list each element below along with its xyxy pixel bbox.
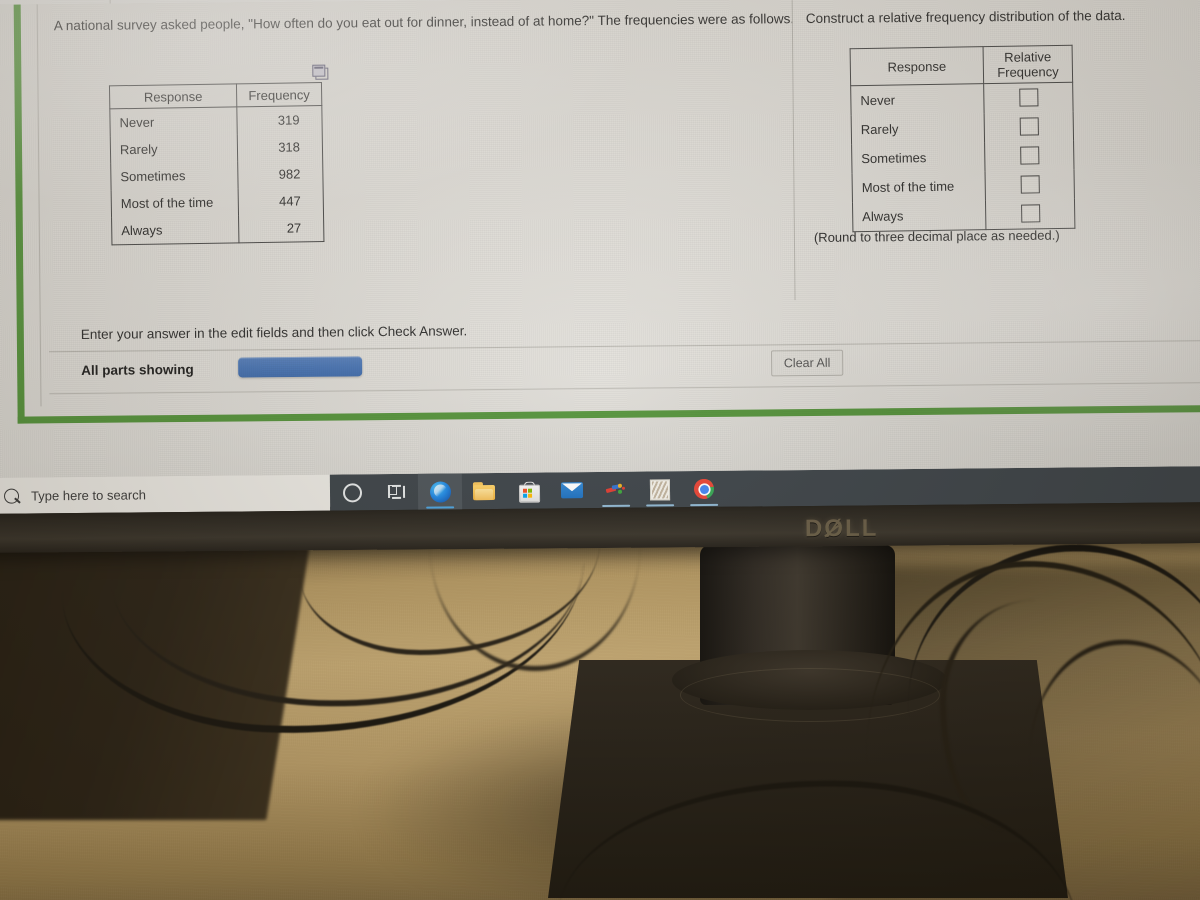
prompt-row: A national survey asked people, "How oft…: [38, 0, 1200, 317]
photo-scene: DØLL A national survey asked people, "Ho…: [0, 0, 1200, 900]
app-icon: [605, 482, 626, 498]
popout-front-square: [312, 64, 326, 77]
taskbar-item-file-explorer[interactable]: [462, 473, 506, 509]
answer-input-box[interactable]: [1019, 117, 1039, 136]
cell-frequency: 318: [237, 133, 323, 162]
header-relative-frequency: Relative Frequency: [983, 45, 1073, 84]
cell-frequency: 27: [238, 214, 324, 243]
table-row: Rarely: [851, 111, 1074, 145]
table-row: Never: [850, 82, 1074, 116]
question-text: A national survey asked people, "How oft…: [53, 11, 795, 34]
search-icon: [3, 488, 20, 504]
cell-response: Sometimes: [851, 142, 986, 174]
dell-logo-text-end: LL: [844, 514, 879, 542]
dell-logo-text: D: [804, 515, 825, 543]
cell-frequency: 319: [236, 105, 323, 135]
cell-response: Most of the time: [111, 188, 239, 218]
document-icon: [649, 478, 671, 501]
edge-icon: [429, 480, 451, 503]
taskbar-item-app[interactable]: [594, 472, 638, 508]
task-text: Construct a relative frequency distribut…: [805, 7, 1126, 27]
cell-response: Most of the time: [852, 171, 986, 203]
table-row: Always 27: [111, 214, 324, 245]
table-row: Never 319: [109, 105, 323, 137]
check-answer-button[interactable]: [238, 356, 363, 378]
search-input[interactable]: Type here to search: [0, 474, 331, 514]
taskbar-item-edge[interactable]: [417, 473, 463, 510]
table-row: Sometimes: [851, 140, 1074, 174]
taskbar-item-cortana[interactable]: [330, 474, 374, 510]
cell-answer[interactable]: [985, 169, 1075, 201]
hint-text: Enter your answer in the edit fields and…: [80, 323, 468, 342]
taskbar-item-mail[interactable]: [550, 472, 594, 508]
header-relative-line1: Relative: [1004, 49, 1052, 65]
table-row: Sometimes 982: [110, 160, 324, 191]
active-indicator: [646, 503, 675, 507]
header-response: Response: [850, 46, 984, 86]
header-relative-line2: Frequency: [997, 63, 1059, 80]
active-indicator: [426, 505, 455, 509]
monitor-screen: A national survey asked people, "How oft…: [0, 0, 1200, 510]
microsoft-store-icon: [518, 481, 540, 503]
cell-response: Sometimes: [110, 161, 239, 191]
cell-frequency: 447: [238, 187, 324, 216]
all-parts-showing-label: All parts showing: [81, 361, 194, 378]
cell-answer[interactable]: [984, 140, 1074, 172]
cell-response: Rarely: [851, 113, 985, 145]
cell-response: Never: [850, 83, 985, 116]
cell-answer[interactable]: [985, 198, 1075, 230]
dell-logo-oslash: Ø: [824, 514, 846, 543]
mail-icon: [560, 482, 584, 499]
taskbar-item-document[interactable]: [638, 471, 682, 507]
cell-answer[interactable]: [983, 82, 1074, 114]
question-panel: A national survey asked people, "How oft…: [46, 2, 795, 315]
taskbar-item-microsoft-store[interactable]: [506, 472, 550, 508]
cortana-icon: [342, 482, 362, 502]
header-response: Response: [109, 83, 237, 109]
answer-input-box[interactable]: [1020, 204, 1040, 223]
task-view-icon: [387, 484, 405, 500]
header-frequency: Frequency: [236, 82, 322, 107]
dell-logo: DØLL: [805, 515, 879, 544]
clear-all-button[interactable]: Clear All: [771, 349, 844, 377]
active-indicator: [690, 503, 719, 507]
cell-response: Always: [852, 200, 986, 232]
table-row: Rarely 318: [110, 133, 323, 164]
page-body: A national survey asked people, "How oft…: [0, 0, 1200, 510]
answer-input-box[interactable]: [1020, 175, 1040, 194]
popout-table-icon[interactable]: [312, 64, 329, 80]
cell-response: Always: [111, 215, 239, 245]
table-row: Most of the time: [852, 169, 1075, 203]
answer-panel: Construct a relative frequency distribut…: [800, 0, 1200, 308]
table-header-row: Response Frequency: [109, 82, 322, 109]
rounding-note: (Round to three decimal place as needed.…: [813, 227, 1060, 245]
answer-input-box[interactable]: [1018, 88, 1039, 107]
cell-answer[interactable]: [984, 111, 1074, 143]
exercise-frame: A national survey asked people, "How oft…: [13, 0, 1200, 424]
exercise-inner: A national survey asked people, "How oft…: [36, 0, 1200, 407]
chrome-icon: [693, 478, 715, 500]
taskbar-item-task-view[interactable]: [374, 474, 418, 510]
cell-response: Rarely: [110, 134, 238, 164]
cell-frequency: 982: [237, 160, 324, 189]
cell-response: Never: [109, 106, 238, 137]
table-row: Most of the time 447: [111, 187, 324, 218]
active-indicator: [602, 504, 631, 507]
file-explorer-icon: [472, 482, 496, 501]
relative-frequency-table: Response Relative Frequency Never Rarely…: [850, 45, 1076, 232]
taskbar-item-chrome[interactable]: [682, 471, 726, 507]
frequency-table: Response Frequency Never 319 Rarely 318 …: [109, 82, 324, 245]
table-header-row: Response Relative Frequency: [850, 45, 1073, 86]
answer-input-box[interactable]: [1019, 146, 1039, 165]
search-placeholder: Type here to search: [30, 486, 146, 503]
